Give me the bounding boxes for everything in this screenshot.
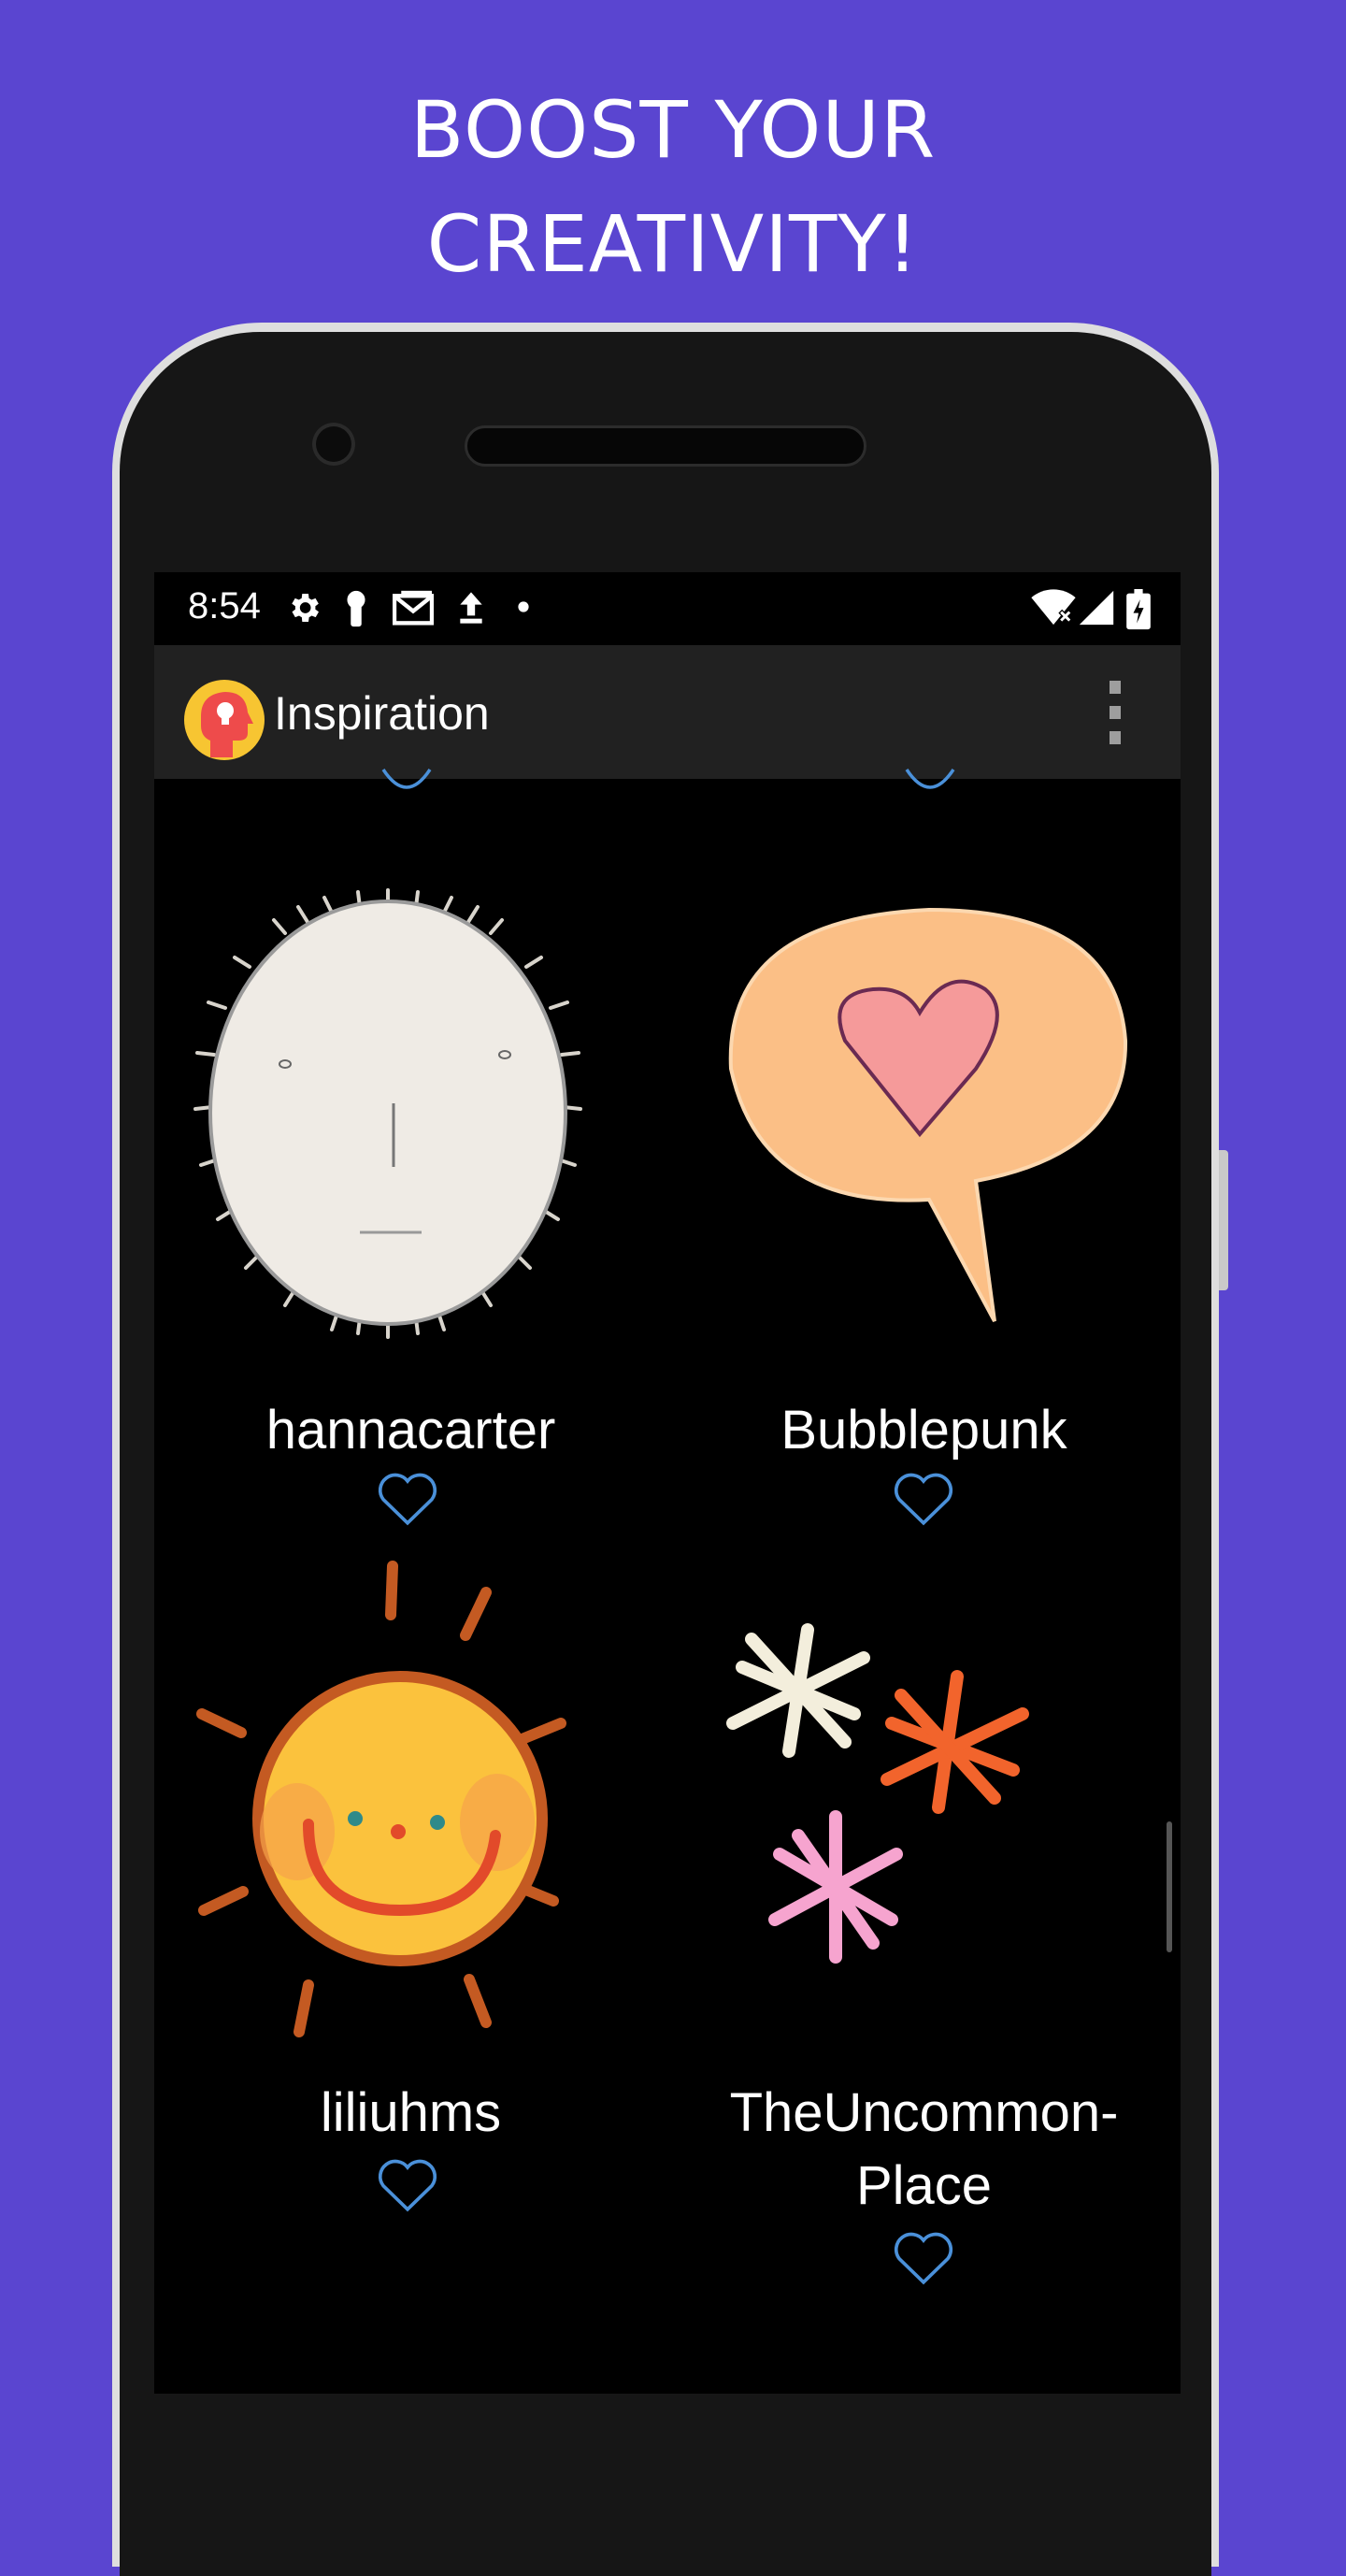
heart-icon[interactable]	[376, 1469, 439, 1527]
app-title: Inspiration	[274, 687, 490, 740]
scrollbar[interactable]	[1167, 1821, 1172, 1952]
item-label: TheUncommon- Place	[729, 2082, 1119, 2216]
device-screen: 8:54 Inspiration hannacarter Bubblepunk …	[154, 572, 1181, 2394]
status-time: 8:54	[188, 585, 261, 626]
heart-icon[interactable]	[376, 2155, 439, 2213]
gear-icon	[292, 594, 319, 622]
promo-headline-line1: BOOST YOUR	[409, 84, 937, 176]
signal-icon	[1079, 590, 1114, 626]
item-label: hannacarter	[265, 1400, 556, 1461]
smiling-sun-sticker	[196, 1561, 566, 2037]
promo-headline: BOOST YOUR CREATIVITY!	[0, 73, 1346, 301]
white-face-sticker	[193, 888, 582, 1339]
grid-item[interactable]: liliuhms	[154, 1561, 667, 2394]
app-bar: Inspiration	[154, 645, 1181, 779]
wifi-icon	[1031, 589, 1076, 626]
grid-item[interactable]: TheUncommon- Place	[667, 1574, 1181, 2394]
inspiration-grid: hannacarter Bubblepunk liliuhms TheUncom…	[154, 769, 1181, 2394]
heart-icon[interactable]	[892, 2228, 955, 2286]
earpiece-speaker	[465, 425, 866, 467]
app-logo	[184, 680, 265, 760]
battery-icon	[1126, 589, 1151, 630]
promo-headline-line2: CREATIVITY!	[426, 198, 920, 290]
item-label: liliuhms	[320, 2082, 502, 2143]
item-label: Bubblepunk	[780, 1400, 1067, 1461]
grid-item[interactable]: Bubblepunk	[667, 779, 1181, 1555]
grid-item[interactable]: hannacarter	[154, 779, 667, 1555]
heart-icon[interactable]	[892, 1469, 955, 1527]
status-bar: 8:54	[154, 572, 1181, 645]
front-camera	[312, 423, 355, 466]
asterisk-stars-sticker	[726, 1623, 1029, 1964]
gmail-icon	[393, 590, 434, 626]
heart-speech-bubble-sticker	[728, 907, 1128, 1322]
dot-icon	[518, 601, 529, 612]
upload-icon	[460, 592, 482, 624]
more-vert-icon[interactable]	[1096, 681, 1134, 746]
keyhole-icon	[347, 590, 365, 627]
phone-side-button	[1219, 1150, 1228, 1290]
